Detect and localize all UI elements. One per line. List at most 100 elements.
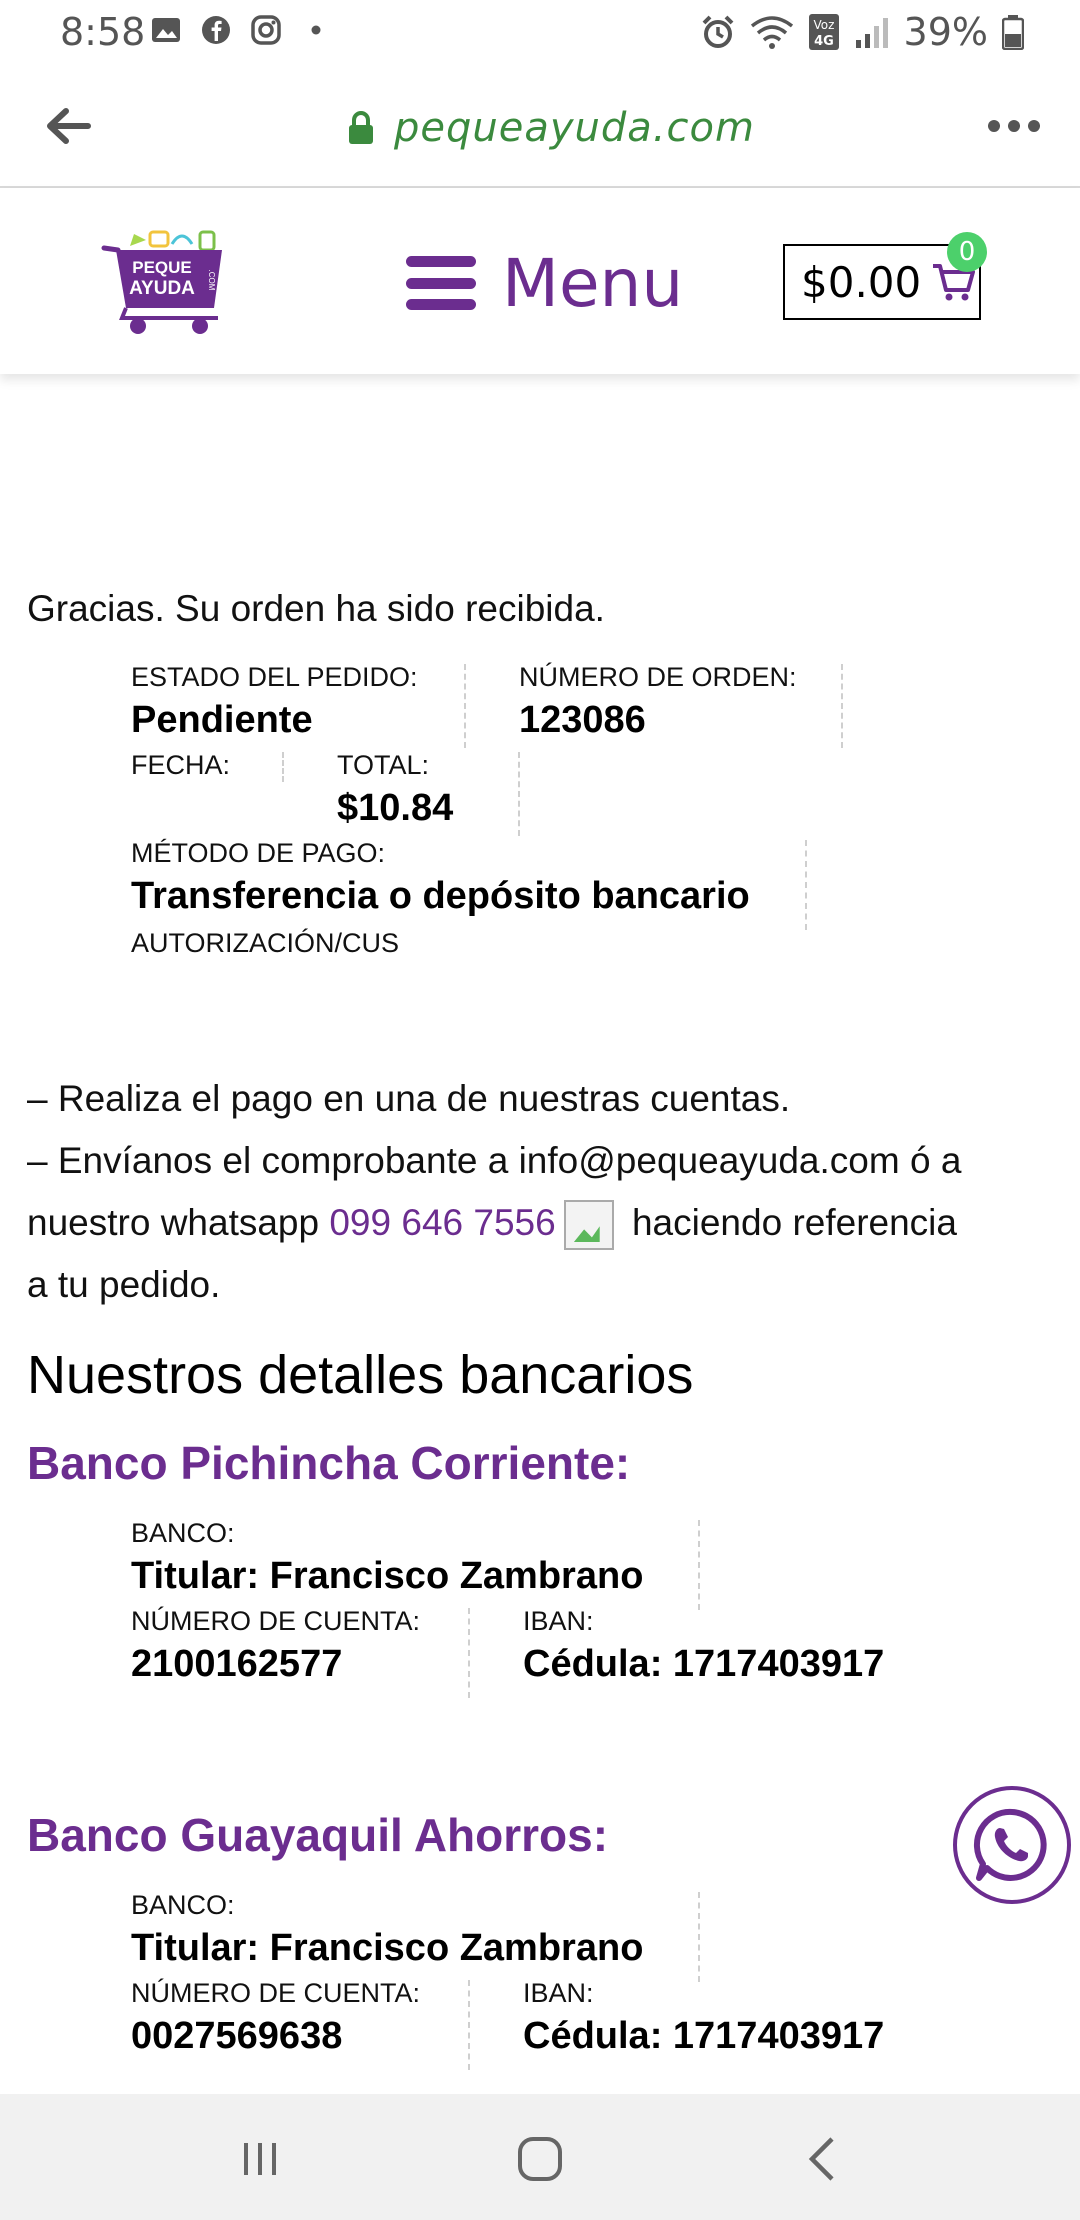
account-number-label: NÚMERO DE CUENTA:	[131, 1978, 421, 2008]
iban-cell: IBAN: Cédula: 1717403917	[523, 1978, 884, 2058]
system-navigation-bar	[0, 2094, 1080, 2220]
home-icon	[518, 2137, 562, 2181]
dot	[1008, 120, 1020, 132]
whatsapp-chat-button[interactable]	[953, 1786, 1071, 1904]
dot	[988, 120, 1000, 132]
address-bar[interactable]: pequeayuda.com	[346, 98, 755, 158]
instruction-line: a tu pedido.	[27, 1264, 221, 1305]
recent-apps-icon	[244, 2143, 276, 2175]
order-received-message: Gracias. Su orden ha sido recibida.	[27, 588, 605, 629]
instagram-icon	[251, 15, 281, 45]
instruction-line: – Realiza el pago en una de nuestras cue…	[27, 1078, 791, 1119]
bank-label: BANCO:	[131, 1890, 235, 1920]
recent-apps-button[interactable]	[220, 2124, 300, 2194]
order-date-label: FECHA:	[131, 750, 231, 780]
divider	[698, 1520, 700, 1610]
logo-text-peque: PEQUE	[132, 258, 192, 277]
cart-button[interactable]: $0.00 0	[783, 232, 987, 320]
divider	[464, 664, 466, 748]
dot-icon	[311, 25, 321, 35]
authorization-cell: AUTORIZACIÓN/CUS	[131, 928, 399, 959]
payment-method-label: MÉTODO DE PAGO:	[131, 838, 386, 868]
order-total-cell: TOTAL: $10.84	[337, 750, 453, 830]
signal-icon	[855, 18, 888, 48]
cart-count-badge: 0	[947, 232, 987, 272]
pequeayuda-logo[interactable]: PEQUE AYUDA .COM	[96, 228, 236, 338]
divider	[841, 664, 843, 748]
gallery-icon	[152, 18, 180, 42]
authorization-label: AUTORIZACIÓN/CUS	[131, 928, 400, 958]
svg-text:4G: 4G	[814, 34, 834, 49]
order-total-value: $10.84	[337, 787, 454, 829]
menu-button[interactable]: Menu	[406, 245, 683, 322]
bank-name: Banco Pichincha Corriente:	[27, 1437, 631, 1489]
url-text: pequeayuda.com	[394, 105, 755, 151]
bank-holder-value: Titular: Francisco Zambrano	[131, 1927, 644, 1969]
divider	[468, 1980, 470, 2070]
iban-label: IBAN:	[523, 1978, 594, 2008]
account-number-value: 2100162577	[131, 1643, 343, 1685]
instruction-text: haciendo referencia	[621, 1202, 957, 1243]
order-date-cell: FECHA:	[131, 750, 230, 781]
browser-toolbar: pequeayuda.com	[0, 64, 1080, 188]
account-number-value: 0027569638	[131, 2015, 343, 2057]
bank-holder-cell: BANCO: Titular: Francisco Zambrano	[131, 1890, 643, 1970]
chevron-left-icon	[808, 2137, 834, 2181]
volte-4g-icon: Voz 4G	[808, 14, 839, 50]
bank-label: BANCO:	[131, 1518, 235, 1548]
cart-amount: $0.00	[801, 257, 922, 307]
instruction-line: nuestro whatsapp 099 646 7556 haciendo r…	[27, 1192, 961, 1254]
iban-cell: IBAN: Cédula: 1717403917	[523, 1606, 884, 1686]
lock-icon	[349, 111, 373, 144]
home-button[interactable]	[500, 2124, 580, 2194]
back-nav-button[interactable]	[782, 2124, 862, 2194]
account-number-cell: NÚMERO DE CUENTA: 2100162577	[131, 1606, 420, 1686]
logo-text-ayuda: AYUDA	[129, 278, 195, 299]
svg-text:Voz: Voz	[813, 18, 834, 32]
iban-value: Cédula: 1717403917	[523, 1643, 885, 1685]
whatsapp-icon	[973, 1808, 1047, 1881]
dot	[1028, 120, 1040, 132]
order-status-value: Pendiente	[131, 699, 313, 741]
bank-details-title: Nuestros detalles bancarios	[27, 1345, 694, 1405]
site-header: PEQUE AYUDA .COM Menu $0.00 0	[0, 188, 1080, 374]
order-number-value: 123086	[519, 699, 646, 741]
order-total-label: TOTAL:	[337, 750, 430, 780]
order-status-label: ESTADO DEL PEDIDO:	[131, 662, 418, 692]
instruction-line: – Envíanos el comprobante a info@pequeay…	[27, 1140, 962, 1181]
account-number-cell: NÚMERO DE CUENTA: 0027569638	[131, 1978, 420, 2058]
bank-name: Banco Guayaquil Ahorros:	[27, 1809, 609, 1861]
broken-image-icon	[563, 1200, 614, 1251]
bank-holder-value: Titular: Francisco Zambrano	[131, 1555, 644, 1597]
payment-instructions: – Realiza el pago en una de nuestras cue…	[27, 1068, 961, 1316]
arrow-left-icon	[47, 108, 91, 144]
battery-icon	[1002, 15, 1024, 50]
back-button[interactable]	[36, 94, 100, 158]
wifi-icon	[750, 16, 793, 49]
divider	[468, 1608, 470, 1698]
hamburger-icon	[406, 256, 476, 310]
order-status-cell: ESTADO DEL PEDIDO: Pendiente	[131, 662, 418, 742]
bank-holder-cell: BANCO: Titular: Francisco Zambrano	[131, 1518, 643, 1598]
divider	[518, 752, 520, 836]
account-number-label: NÚMERO DE CUENTA:	[131, 1606, 421, 1636]
payment-method-value: Transferencia o depósito bancario	[131, 875, 750, 917]
iban-label: IBAN:	[523, 1606, 594, 1636]
whatsapp-number-link[interactable]: 099 646 7556	[329, 1202, 555, 1243]
status-bar: 8:58 Voz 4G 39%	[0, 0, 1080, 64]
divider	[805, 840, 807, 930]
alarm-icon	[702, 15, 733, 48]
iban-value: Cédula: 1717403917	[523, 2015, 885, 2057]
battery-percentage: 39%	[903, 10, 988, 54]
order-number-label: NÚMERO DE ORDEN:	[519, 662, 797, 692]
payment-method-cell: MÉTODO DE PAGO: Transferencia o depósito…	[131, 838, 750, 918]
divider	[698, 1892, 700, 1982]
logo-text-com: .COM	[207, 270, 216, 291]
divider	[282, 752, 284, 782]
more-options-button[interactable]	[978, 94, 1050, 158]
order-number-cell: NÚMERO DE ORDEN: 123086	[519, 662, 797, 742]
instruction-text: nuestro whatsapp	[27, 1202, 330, 1243]
menu-label: Menu	[502, 244, 684, 322]
facebook-icon	[202, 16, 230, 44]
status-time: 8:58	[60, 10, 146, 54]
